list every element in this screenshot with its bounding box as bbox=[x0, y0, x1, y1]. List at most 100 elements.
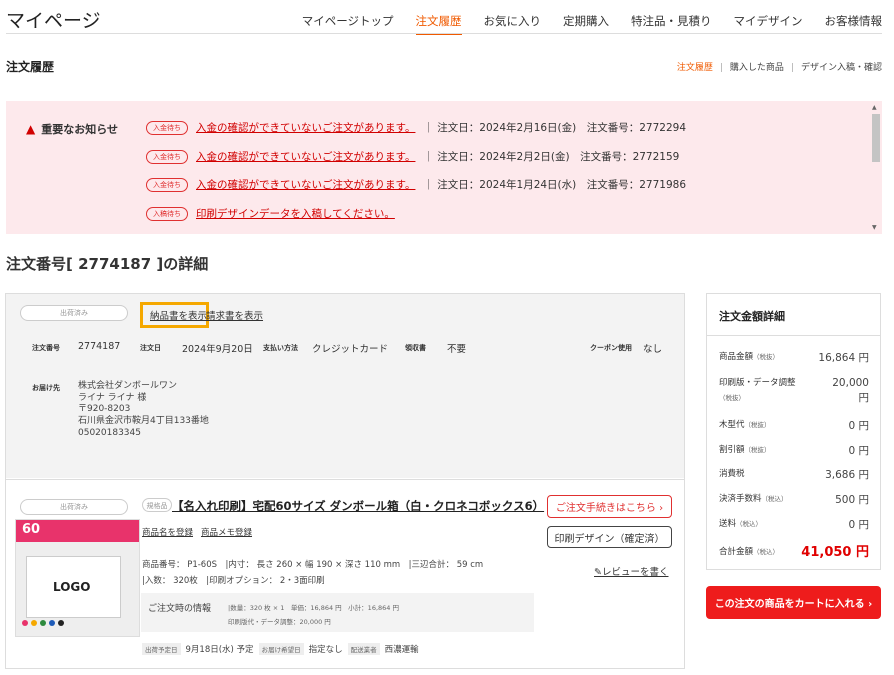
nav-my-design[interactable]: マイデザイン bbox=[734, 13, 803, 35]
info-line: 印刷版代・データ調整：20,000 円 bbox=[228, 618, 331, 626]
row-tax: （税抜） bbox=[744, 421, 771, 429]
notice-meta: ｜ 注文日：2024年2月2日(金) 注文番号：2772159 bbox=[423, 151, 680, 163]
write-review-link[interactable]: ✎レビューを書く bbox=[594, 564, 668, 578]
order-no-label: 注文番号 bbox=[32, 344, 60, 352]
nav-customer-info[interactable]: お客様情報 bbox=[825, 13, 883, 35]
register-name-link[interactable]: 商品名を登録 bbox=[142, 526, 193, 538]
nav-custom-quote[interactable]: 特注品・見積り bbox=[631, 13, 712, 35]
coupon-value: なし bbox=[643, 344, 663, 355]
address-line: 石川県金沢市鞍月4丁目133番地 bbox=[78, 416, 209, 427]
row-tax: （税抜） bbox=[753, 353, 780, 361]
page-title: マイページ bbox=[6, 10, 101, 32]
row-amount: 20,000 円 bbox=[832, 377, 869, 404]
top-nav: マイページトップ 注文履歴 お気に入り 定期購入 特注品・見積り マイデザイン … bbox=[280, 13, 882, 35]
order-no: 2774187 bbox=[78, 341, 121, 352]
receipt-label: 領収書 bbox=[405, 344, 426, 352]
summary-row: 割引額（税抜） 0 円 bbox=[719, 443, 869, 458]
row-label: 送料 bbox=[719, 519, 737, 529]
row-amount: 500 円 bbox=[835, 494, 869, 506]
warning-icon: ▲ bbox=[26, 122, 36, 136]
row-amount: 3,686 円 bbox=[825, 469, 869, 481]
wish-date: 指定なし bbox=[308, 645, 343, 655]
product-title-link[interactable]: 【名入れ印刷】宅配60サイズ ダンボール箱（白・クロネコボックス6） bbox=[172, 498, 544, 514]
carrier-label: 配送業者 bbox=[347, 643, 380, 655]
shipping-address: 株式会社ダンボールワン ライナ ライナ 様 〒920-8203 石川県金沢市鞍月… bbox=[78, 381, 209, 440]
order-procedure-button[interactable]: ご注文手続きはこちら › bbox=[547, 495, 672, 518]
coupon-label: クーポン使用 bbox=[590, 344, 632, 352]
scroll-up-icon[interactable]: ▲ bbox=[872, 104, 877, 111]
logo-mark: LOGO bbox=[53, 580, 91, 594]
order-detail-title: 注文番号[ 2774187 ]の詳細 bbox=[6, 255, 209, 273]
row-tax: （税込） bbox=[736, 520, 763, 528]
summary-title: 注文金額詳細 bbox=[719, 310, 785, 323]
header-divider bbox=[6, 33, 882, 34]
status-badge: 入金待ち bbox=[146, 149, 188, 164]
status-badge: 入金待ち bbox=[146, 120, 188, 135]
total-amount: 41,050 円 bbox=[801, 545, 869, 560]
summary-divider bbox=[707, 335, 880, 336]
add-to-cart-button[interactable]: この注文の商品をカートに入れる › bbox=[706, 586, 881, 619]
notice-link[interactable]: 印刷デザインデータを入稿してください。 bbox=[196, 206, 395, 221]
notice-link[interactable]: 入金の確認ができていないご注文があります。 bbox=[196, 120, 415, 135]
subnav-design-upload[interactable]: デザイン入稿・確認 bbox=[801, 63, 882, 73]
nav-favorites[interactable]: お気に入り bbox=[484, 13, 542, 35]
date-label: 注文日 bbox=[140, 344, 161, 352]
status-badge: 入稿待ち bbox=[146, 206, 188, 221]
notice-label: 重要なお知らせ bbox=[41, 123, 119, 136]
shipping-meta: 出荷予定日 9月18日(水) 予定 お届け希望日 指定なし 配送業者 西濃運輸 bbox=[142, 643, 419, 655]
info-label: ご注文時の情報 bbox=[148, 604, 212, 614]
pencil-icon: ✎ bbox=[594, 567, 602, 578]
standard-item-tag: 規格品 bbox=[142, 498, 172, 512]
item-divider bbox=[6, 479, 684, 480]
product-image[interactable]: 60 LOGO bbox=[15, 519, 140, 637]
nav-mypage-top[interactable]: マイページトップ bbox=[302, 13, 394, 35]
notice-item: 入金待ち 入金の確認ができていないご注文があります。 ｜ 注文日：2024年2月… bbox=[146, 149, 679, 164]
nav-subscription[interactable]: 定期購入 bbox=[563, 13, 609, 35]
row-label: 消費税 bbox=[719, 469, 745, 479]
delivery-note-link[interactable]: 納品書を表示 bbox=[150, 308, 207, 322]
notice-item: 入金待ち 入金の確認ができていないご注文があります。 ｜ 注文日：2024年1月… bbox=[146, 177, 686, 192]
row-amount: 0 円 bbox=[848, 445, 869, 457]
notice-heading: ▲ 重要なお知らせ bbox=[26, 121, 118, 137]
address-line: ライナ ライナ 様 bbox=[78, 392, 147, 403]
notice-item: 入金待ち 入金の確認ができていないご注文があります。 ｜ 注文日：2024年2月… bbox=[146, 120, 686, 135]
payment-method: クレジットカード bbox=[312, 344, 389, 355]
notice-link[interactable]: 入金の確認ができていないご注文があります。 bbox=[196, 177, 415, 192]
scrollbar-thumb[interactable] bbox=[872, 114, 880, 162]
row-label: 商品金額 bbox=[719, 352, 754, 362]
row-amount: 0 円 bbox=[848, 519, 869, 531]
order-date: 2024年9月20日 bbox=[182, 344, 253, 355]
ship-label: お届け先 bbox=[32, 384, 60, 392]
summary-row: 木型代（税抜） 0 円 bbox=[719, 418, 869, 433]
subnav-order-history[interactable]: 注文履歴 bbox=[677, 63, 713, 73]
row-label: 決済手数料 bbox=[719, 494, 762, 504]
summary-total: 合計金額（税込） 41,050 円 bbox=[719, 541, 869, 560]
size-number: 60 bbox=[22, 522, 41, 537]
color-swatches bbox=[22, 620, 64, 626]
summary-row: 商品金額（税抜） 16,864 円 bbox=[719, 350, 869, 365]
nav-order-history[interactable]: 注文履歴 bbox=[415, 13, 462, 35]
notice-link[interactable]: 入金の確認ができていないご注文があります。 bbox=[196, 149, 415, 164]
row-label: 印刷版・データ調整 bbox=[719, 378, 796, 388]
payment-label: 支払い方法 bbox=[263, 344, 298, 352]
notice-meta: ｜ 注文日：2024年1月24日(水) 注文番号：2771986 bbox=[423, 179, 687, 191]
summary-row: 送料（税込） 0 円 bbox=[719, 517, 869, 532]
carrier: 西濃運輸 bbox=[384, 645, 419, 655]
total-label: 合計金額 bbox=[719, 546, 754, 557]
notice-item: 入稿待ち 印刷デザインデータを入稿してください。 bbox=[146, 206, 403, 221]
summary-row: 消費税 3,686 円 bbox=[719, 467, 869, 482]
ship-date: 9月18日(水) 予定 bbox=[185, 645, 254, 655]
summary-row: 印刷版・データ調整 （税抜） 20,000 円 bbox=[719, 376, 869, 406]
ship-date-label: 出荷予定日 bbox=[142, 643, 181, 655]
register-memo-link[interactable]: 商品メモ登録 bbox=[201, 526, 252, 538]
address-line: 05020183345 bbox=[78, 427, 141, 438]
scroll-down-icon[interactable]: ▼ bbox=[872, 224, 877, 231]
receipt-value: 不要 bbox=[447, 344, 467, 355]
sub-nav: 注文履歴 | 購入した商品 | デザイン入稿・確認 bbox=[676, 63, 882, 73]
order-status-pill: 出荷済み bbox=[20, 305, 128, 321]
subnav-purchased[interactable]: 購入した商品 bbox=[730, 63, 784, 73]
invoice-link[interactable]: 請求書を表示 bbox=[206, 308, 263, 322]
print-design-button[interactable]: 印刷デザイン（確定済） bbox=[547, 526, 672, 548]
address-line: 株式会社ダンボールワン bbox=[78, 381, 178, 391]
row-tax: （税抜） bbox=[719, 394, 745, 402]
